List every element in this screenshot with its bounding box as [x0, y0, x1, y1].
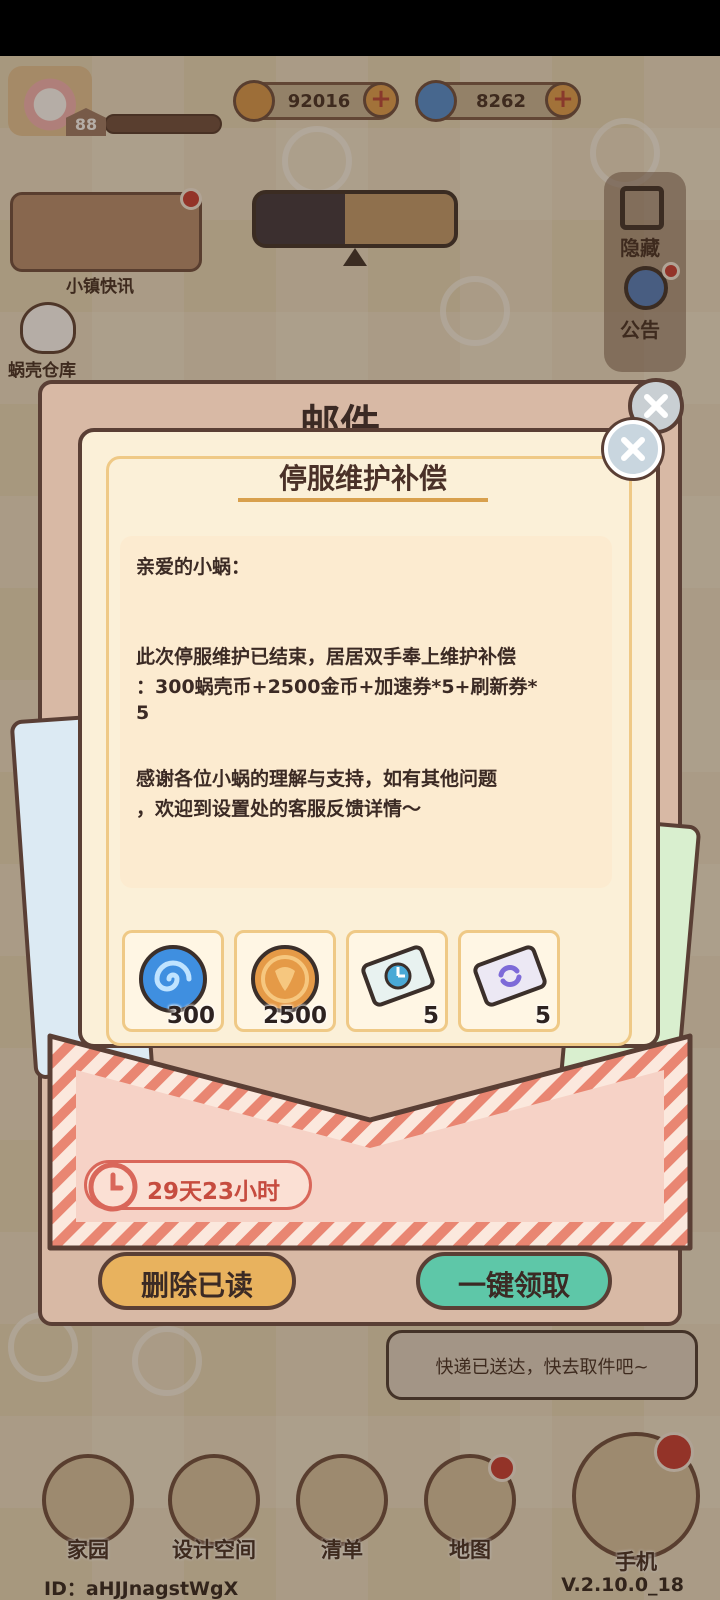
letter-body-line: 感谢各位小蜗的理解与支持，如有其他问题	[136, 768, 498, 790]
reward-quantity: 2500	[262, 1003, 327, 1029]
reward-item[interactable]: 5	[346, 930, 448, 1032]
expiry-badge: 29天23小时	[84, 1160, 312, 1212]
title-underline	[238, 498, 488, 502]
envelope-front	[47, 1033, 693, 1251]
reward-quantity: 5	[422, 1003, 439, 1029]
reward-item[interactable]: 2500	[234, 930, 336, 1032]
claim-all-label: 一键领取	[457, 1269, 570, 1302]
clock-icon	[88, 1162, 138, 1212]
delete-read-button[interactable]: 删除已读	[98, 1252, 296, 1310]
claim-all-button[interactable]: 一键领取	[416, 1252, 612, 1310]
letter-message-box	[120, 536, 612, 888]
letter-body-line: 5	[136, 702, 150, 724]
close-icon	[644, 394, 668, 418]
letter-close-button[interactable]	[604, 420, 662, 478]
speedup-ticket-icon	[361, 945, 435, 1007]
letter-body-line: 此次停服维护已结束，居居双手奉上维护补偿	[136, 646, 517, 668]
letter-body-line: ：300蜗壳币+2500金币+加速券*5+刷新券*	[136, 676, 538, 698]
status-bar	[0, 0, 720, 56]
reward-quantity: 5	[534, 1003, 551, 1029]
letter-body-line: ，欢迎到设置处的客服反馈详情～	[136, 798, 422, 820]
reward-item[interactable]: 300	[122, 930, 224, 1032]
reward-item[interactable]: 5	[458, 930, 560, 1032]
letter-greeting: 亲爱的小蜗：	[136, 556, 251, 578]
reward-quantity: 300	[166, 1003, 215, 1029]
close-icon	[621, 437, 645, 461]
expiry-text: 29天23小时	[147, 1179, 281, 1205]
letter-title: 停服维护补偿	[278, 462, 447, 495]
refresh-ticket-icon	[473, 945, 547, 1007]
delete-read-label: 删除已读	[140, 1269, 253, 1302]
